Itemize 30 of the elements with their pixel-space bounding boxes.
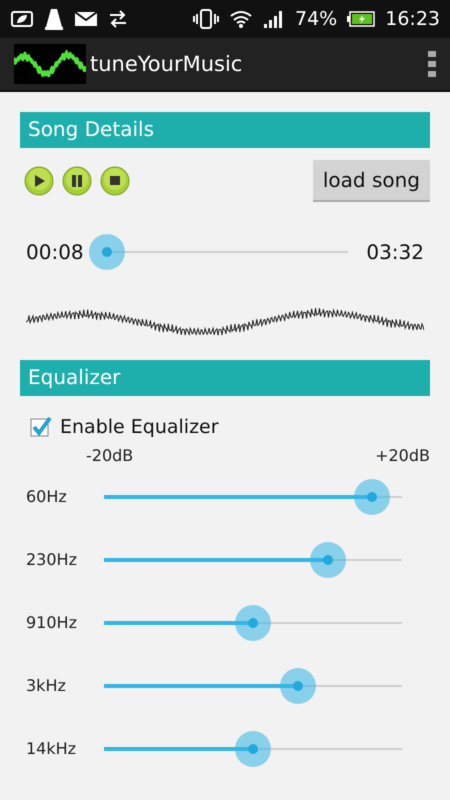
overflow-menu-icon[interactable] <box>428 51 436 77</box>
vibrate-icon <box>193 9 219 29</box>
battery-percent: 74% <box>295 8 338 30</box>
min-gain-label: -20dB <box>86 446 134 465</box>
section-header: Equalizer <box>20 360 430 396</box>
band-label: 60Hz <box>25 487 68 506</box>
app-title: tuneYourMusic <box>90 52 242 76</box>
clock-time: 16:23 <box>385 8 440 30</box>
band-label: 3kHz <box>25 676 67 695</box>
band-label: 230Hz <box>25 550 78 569</box>
wifi-icon <box>229 9 253 29</box>
play-button[interactable] <box>24 166 54 196</box>
band-label: 910Hz <box>25 613 78 632</box>
app-logo-icon <box>14 44 86 84</box>
load-song-button[interactable]: load song <box>312 160 430 202</box>
battery-icon <box>347 11 376 27</box>
elapsed-time: 00:08 <box>26 240 84 264</box>
stop-button[interactable] <box>100 166 130 196</box>
mail-icon <box>74 10 98 28</box>
signal-icon <box>263 9 285 29</box>
section-header: Song Details <box>20 112 430 148</box>
cone-icon <box>44 7 64 31</box>
leaf-card-icon <box>10 10 34 28</box>
total-duration: 03:32 <box>366 240 424 264</box>
checkbox-label: Enable Equalizer <box>60 416 219 438</box>
band-label: 14kHz <box>25 739 78 758</box>
max-gain-label: +20dB <box>375 446 430 465</box>
checkbox[interactable] <box>30 416 52 438</box>
sync-arrows-icon <box>108 9 128 29</box>
pause-button[interactable] <box>62 166 92 196</box>
